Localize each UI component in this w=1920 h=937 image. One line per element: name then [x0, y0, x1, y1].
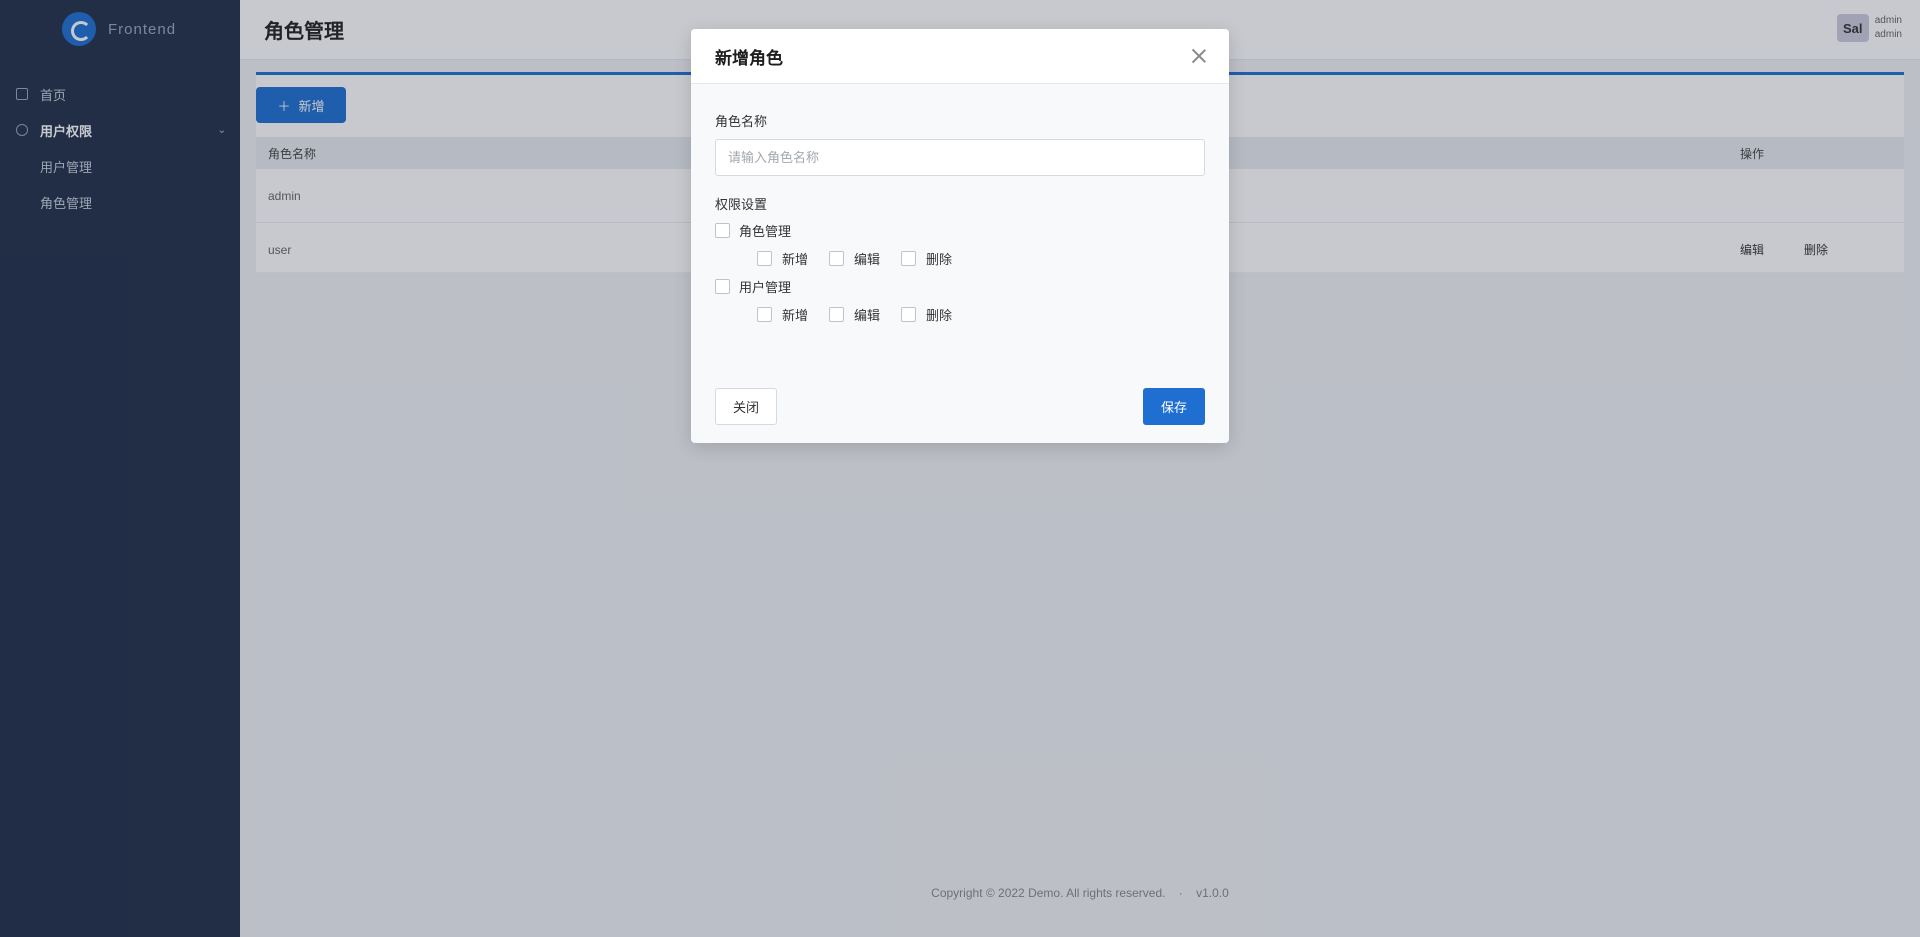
role-management-checkbox[interactable] — [715, 222, 730, 238]
checkbox-label: 用户管理 — [739, 279, 792, 295]
role-name-input[interactable] — [715, 139, 1205, 176]
permission-group-role-management: 角色管理 新增 编辑 删除 — [715, 219, 1205, 269]
role-add-option[interactable]: 新增 — [757, 249, 808, 268]
permission-options-row: 新增 编辑 删除 — [715, 247, 1205, 269]
role-delete-checkbox[interactable] — [901, 250, 917, 266]
user-edit-option[interactable]: 编辑 — [829, 305, 880, 324]
dialog-title: 新增角色 — [715, 48, 783, 68]
checkbox-label: 新增 — [782, 307, 809, 323]
checkbox-label: 新增 — [782, 251, 809, 267]
role-name-label: 角色名称 — [715, 114, 768, 129]
close-icon[interactable] — [1189, 46, 1209, 66]
user-management-checkbox[interactable] — [715, 278, 730, 294]
close-button[interactable]: 关闭 — [715, 388, 777, 425]
checkbox-label: 编辑 — [854, 251, 881, 267]
checkbox-label: 删除 — [926, 307, 953, 323]
user-edit-checkbox[interactable] — [829, 306, 845, 322]
app-root: Frontend 首页 用户权限 ⌄ 用户管理 角色管理 角色管理 Sal ad… — [0, 0, 1920, 937]
permissions-label: 权限设置 — [715, 197, 768, 212]
user-add-checkbox[interactable] — [757, 306, 772, 322]
save-button[interactable]: 保存 — [1143, 388, 1205, 425]
dialog-body: 角色名称 权限设置 角色管理 新增 编辑 — [691, 111, 1229, 325]
dialog-header: 新增角色 — [691, 29, 1229, 84]
permission-group-user-management: 用户管理 新增 编辑 删除 — [715, 275, 1205, 325]
user-delete-checkbox[interactable] — [901, 306, 917, 322]
checkbox-label: 删除 — [926, 251, 953, 267]
dialog-footer: 关闭 保存 — [715, 388, 1205, 425]
permission-group-row: 角色管理 — [715, 219, 1205, 241]
add-role-dialog: 新增角色 角色名称 权限设置 角色管理 新增 — [691, 29, 1229, 443]
role-add-checkbox[interactable] — [757, 250, 772, 266]
permission-options-row: 新增 编辑 删除 — [715, 303, 1205, 325]
checkbox-label: 编辑 — [854, 307, 881, 323]
user-delete-option[interactable]: 删除 — [901, 305, 952, 324]
user-add-option[interactable]: 新增 — [757, 305, 808, 324]
permission-group-row: 用户管理 — [715, 275, 1205, 297]
role-edit-option[interactable]: 编辑 — [829, 249, 880, 268]
checkbox-label: 角色管理 — [739, 223, 792, 239]
role-delete-option[interactable]: 删除 — [901, 249, 952, 268]
role-edit-checkbox[interactable] — [829, 250, 845, 266]
